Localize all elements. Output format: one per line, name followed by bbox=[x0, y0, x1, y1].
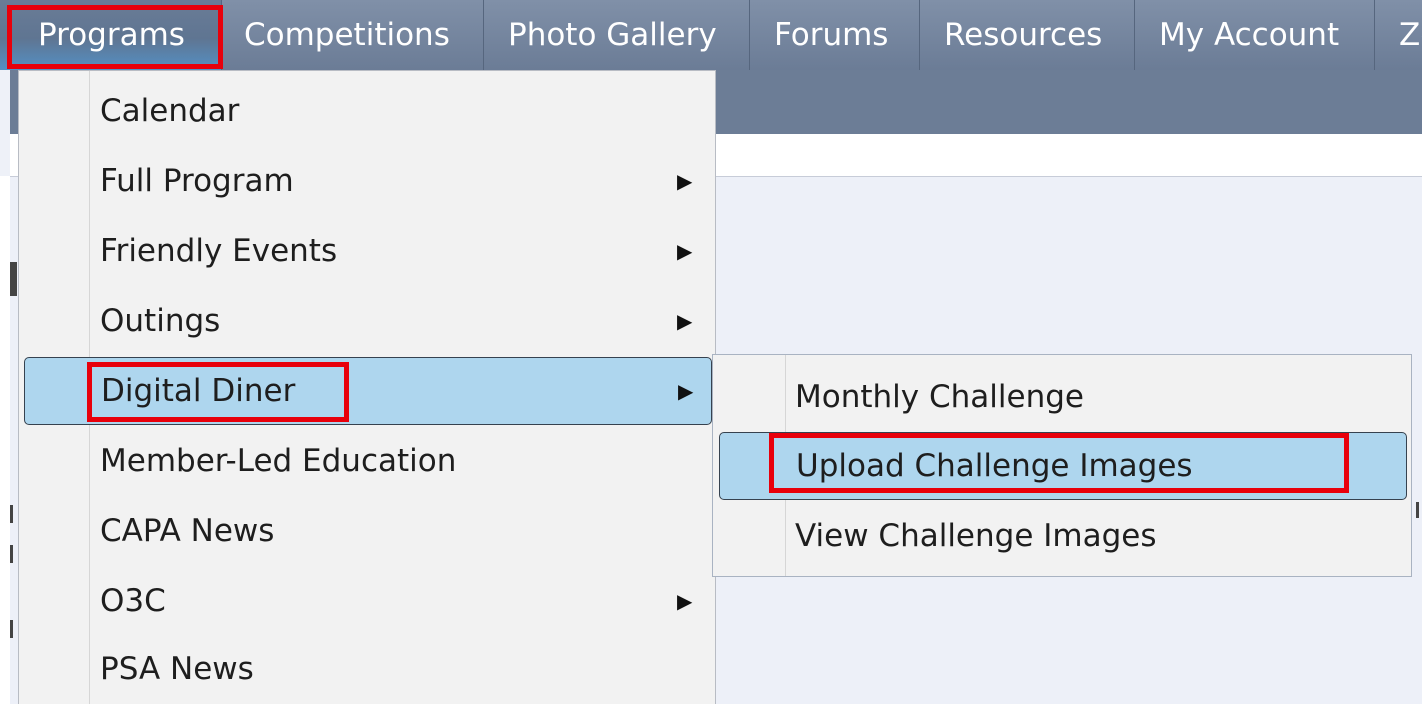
menu-item-label: CAPA News bbox=[100, 513, 275, 549]
submenu-item-monthly-challenge[interactable]: Monthly Challenge bbox=[713, 364, 1411, 430]
nav-programs[interactable]: Programs bbox=[0, 0, 222, 70]
submenu-item-upload-challenge-images[interactable]: Upload Challenge Images bbox=[719, 432, 1407, 500]
content-edge-mark bbox=[10, 545, 13, 563]
content-edge-mark bbox=[10, 620, 13, 638]
menu-item-label: PSA News bbox=[100, 651, 254, 687]
nav-my-account[interactable]: My Account bbox=[1135, 0, 1375, 70]
menu-item-label: Full Program bbox=[100, 163, 294, 199]
menu-item-label: Digital Diner bbox=[101, 373, 296, 409]
programs-dropdown-menu: Calendar Full Program ▶ Friendly Events … bbox=[18, 70, 716, 704]
menu-item-friendly-events[interactable]: Friendly Events ▶ bbox=[19, 219, 715, 283]
submenu-item-label: Upload Challenge Images bbox=[796, 448, 1193, 484]
menu-item-calendar[interactable]: Calendar bbox=[19, 79, 715, 143]
submenu-arrow-icon: ▶ bbox=[677, 309, 693, 333]
nav-resources[interactable]: Resources bbox=[920, 0, 1135, 70]
menu-item-member-led-education[interactable]: Member-Led Education bbox=[19, 429, 715, 493]
menu-item-label: Calendar bbox=[100, 93, 240, 129]
nav-forums[interactable]: Forums bbox=[750, 0, 920, 70]
menu-item-full-program[interactable]: Full Program ▶ bbox=[19, 149, 715, 213]
nav-zo[interactable]: Zo bbox=[1375, 0, 1422, 70]
menu-item-capa-news[interactable]: CAPA News bbox=[19, 499, 715, 563]
content-edge-mark bbox=[10, 262, 17, 296]
menu-item-label: O3C bbox=[100, 583, 166, 619]
digital-diner-submenu: Monthly Challenge Upload Challenge Image… bbox=[712, 354, 1412, 577]
submenu-item-label: View Challenge Images bbox=[795, 518, 1157, 554]
menu-item-digital-diner[interactable]: Digital Diner ▶ bbox=[24, 357, 712, 425]
main-nav: Programs Competitions Photo Gallery Foru… bbox=[0, 0, 1422, 70]
menu-item-outings[interactable]: Outings ▶ bbox=[19, 289, 715, 353]
page: Programs Competitions Photo Gallery Foru… bbox=[0, 0, 1422, 704]
submenu-arrow-icon: ▶ bbox=[677, 589, 693, 613]
menu-item-label: Friendly Events bbox=[100, 233, 338, 269]
menu-item-label: Outings bbox=[100, 303, 221, 339]
submenu-arrow-icon: ▶ bbox=[677, 169, 693, 193]
submenu-arrow-icon: ▶ bbox=[678, 379, 694, 403]
submenu-arrow-icon: ▶ bbox=[677, 239, 693, 263]
nav-photo-gallery[interactable]: Photo Gallery bbox=[484, 0, 750, 70]
menu-item-psa-news[interactable]: PSA News bbox=[19, 637, 715, 701]
nav-competitions[interactable]: Competitions bbox=[222, 0, 484, 70]
content-edge-mark bbox=[10, 505, 13, 523]
submenu-item-view-challenge-images[interactable]: View Challenge Images bbox=[713, 503, 1411, 569]
content-left-edge bbox=[0, 176, 10, 704]
menu-item-label: Member-Led Education bbox=[100, 443, 457, 479]
submenu-item-label: Monthly Challenge bbox=[795, 379, 1084, 415]
menu-item-o3c[interactable]: O3C ▶ bbox=[19, 569, 715, 633]
content-edge-mark bbox=[1416, 502, 1419, 518]
